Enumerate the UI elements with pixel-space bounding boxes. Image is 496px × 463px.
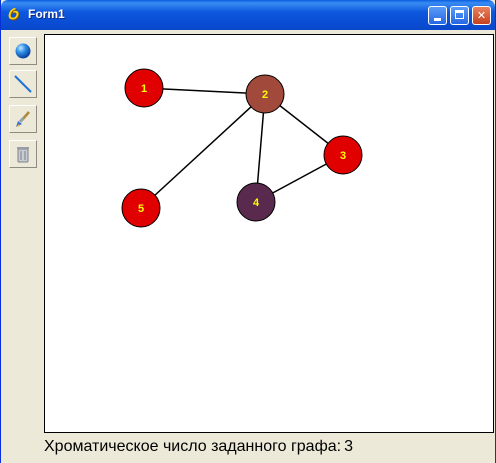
- add-vertex-tool[interactable]: [9, 37, 37, 65]
- title-bar[interactable]: Ỽ Form1 ✕: [1, 0, 495, 30]
- close-button[interactable]: ✕: [472, 6, 491, 25]
- app-icon[interactable]: Ỽ: [7, 6, 23, 22]
- minimize-icon: [434, 18, 441, 21]
- graph-canvas[interactable]: 1 2 3 4 5: [44, 34, 494, 433]
- brush-icon: [16, 111, 30, 127]
- close-icon: ✕: [476, 9, 487, 22]
- chromatic-number-status: Хроматическое число заданного графа: 3: [44, 438, 353, 456]
- graph-drawing[interactable]: 1 2 3 4 5: [45, 35, 493, 432]
- graph-vertex-label-4: 4: [253, 197, 260, 209]
- graph-vertex-label-2: 2: [262, 89, 268, 101]
- blue-sphere-icon: [15, 43, 31, 59]
- main-window: Ỽ Form1 ✕ 1 2 3 4 5 Хроматическое число …: [0, 0, 496, 463]
- minimize-button[interactable]: [428, 6, 447, 25]
- delete-tool[interactable]: [9, 140, 37, 168]
- add-edge-tool[interactable]: [9, 70, 37, 98]
- graph-vertex-label-3: 3: [340, 150, 346, 162]
- chromatic-number-label: Хроматическое число заданного графа:: [44, 438, 342, 455]
- graph-vertex-label-1: 1: [141, 83, 147, 95]
- line-icon: [14, 75, 32, 93]
- chromatic-number-value: 3: [344, 438, 353, 455]
- color-brush-tool[interactable]: [9, 105, 37, 133]
- window-title: Form1: [28, 7, 65, 21]
- maximize-button[interactable]: [450, 6, 469, 25]
- trash-icon: [17, 147, 29, 163]
- graph-vertex-label-5: 5: [138, 203, 144, 215]
- maximize-icon: [455, 10, 464, 19]
